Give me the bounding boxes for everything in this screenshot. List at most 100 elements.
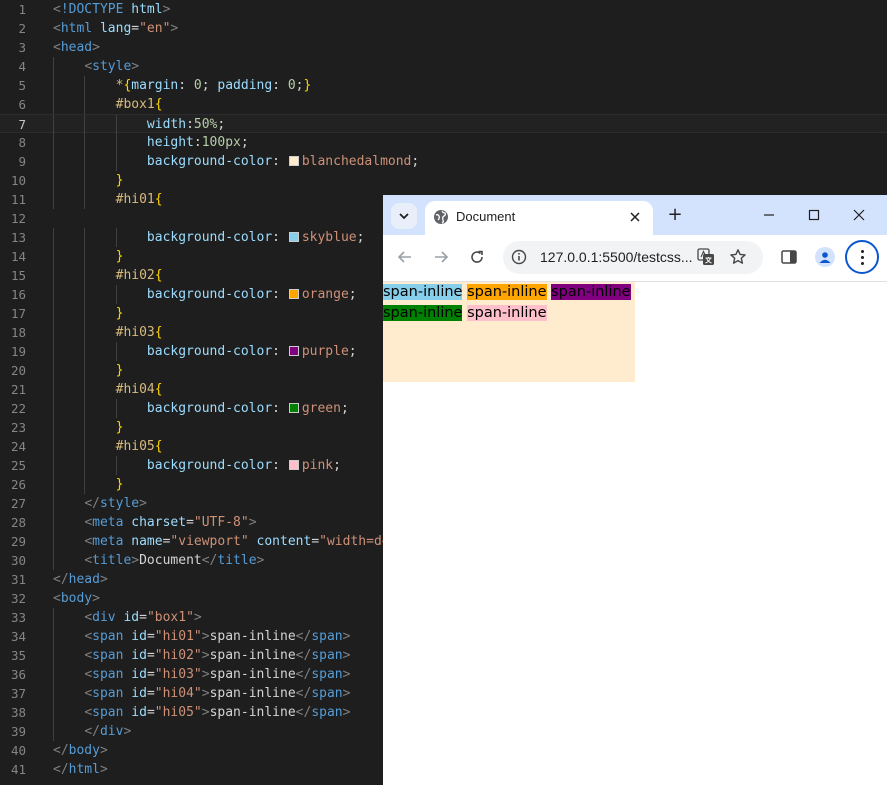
color-swatch[interactable] — [288, 460, 299, 470]
code-text: } — [53, 171, 124, 190]
code-token: "hi03" — [154, 667, 202, 682]
translate-icon[interactable] — [697, 248, 715, 266]
code-line[interactable]: 6 #box1{ — [0, 95, 887, 114]
code-token: > — [342, 629, 351, 644]
code-token: background-color — [146, 287, 273, 302]
code-token: ; — [240, 135, 249, 150]
code-token: title — [92, 553, 132, 568]
code-token: span-inline — [209, 629, 296, 644]
code-token: id — [131, 705, 147, 720]
reload-button[interactable] — [467, 247, 487, 267]
code-token: </ — [84, 724, 100, 739]
code-token: > — [139, 496, 147, 511]
code-text: <body> — [53, 589, 100, 608]
code-line[interactable]: 5 *{margin: 0; padding: 0;} — [0, 76, 887, 95]
code-text: <meta charset="UTF-8"> — [53, 513, 256, 532]
code-text: </head> — [53, 570, 108, 589]
code-token: > — [256, 553, 265, 568]
code-token: background-color — [146, 344, 273, 359]
address-bar[interactable]: 127.0.0.1:5500/testcss... — [503, 241, 763, 274]
forward-button[interactable] — [431, 247, 451, 267]
span-hi01: span-inline — [383, 284, 463, 300]
code-token: = — [146, 667, 155, 682]
menu-button[interactable] — [845, 240, 879, 274]
code-line[interactable]: 10 } — [0, 171, 887, 190]
new-tab-button[interactable]: + — [665, 205, 685, 225]
side-panel-icon[interactable] — [780, 248, 798, 266]
tab-close-button[interactable] — [627, 209, 643, 225]
code-line[interactable]: 7 width:50%; — [0, 114, 887, 134]
window-close-button[interactable] — [846, 203, 872, 227]
profile-button[interactable] — [815, 247, 835, 267]
code-token: : — [272, 78, 288, 93]
code-token: < — [53, 2, 61, 17]
color-swatch[interactable] — [288, 289, 299, 299]
line-number: 7 — [18, 117, 26, 132]
code-token: id — [131, 667, 147, 682]
code-token: < — [84, 534, 93, 549]
tab-search-button[interactable] — [391, 203, 417, 229]
code-token: = — [186, 515, 194, 530]
code-token: ; — [333, 458, 341, 473]
code-text: <span id="hi05">span-inline</span> — [53, 703, 350, 722]
code-token: style — [99, 496, 140, 511]
code-token: } — [115, 173, 124, 188]
color-swatch[interactable] — [288, 156, 299, 166]
line-number: 41 — [10, 762, 26, 777]
back-button[interactable] — [395, 247, 415, 267]
line-number: 29 — [10, 534, 26, 549]
code-token: ; — [411, 154, 420, 169]
star-icon[interactable] — [729, 248, 747, 266]
code-token: } — [115, 306, 124, 321]
code-line[interactable]: 8 height:100px; — [0, 133, 887, 152]
code-line[interactable]: 1 <!DOCTYPE html> — [0, 0, 887, 19]
code-token: id — [123, 610, 140, 625]
code-token: } — [115, 249, 124, 264]
url-text[interactable]: 127.0.0.1:5500/testcss... — [540, 249, 693, 265]
code-token: : — [272, 344, 288, 359]
code-token: : — [178, 78, 194, 93]
color-swatch[interactable] — [288, 232, 299, 242]
color-swatch[interactable] — [288, 346, 299, 356]
line-number: 24 — [10, 439, 26, 454]
code-line[interactable]: 2 <html lang="en"> — [0, 19, 887, 38]
code-token: name — [131, 534, 163, 549]
code-token: div — [99, 724, 124, 739]
code-token: span — [311, 648, 343, 663]
code-token: skyblue — [301, 230, 357, 245]
code-token: } — [115, 363, 124, 378]
code-line[interactable]: 9 background-color: blanchedalmond; — [0, 152, 887, 171]
page-viewport: span-inline span-inline span-inline span… — [383, 282, 887, 785]
info-icon[interactable] — [511, 249, 527, 265]
code-line[interactable]: 4 <style> — [0, 57, 887, 76]
code-token: #hi03 — [115, 325, 155, 340]
line-number: 25 — [10, 458, 26, 473]
code-token: ; — [340, 401, 349, 416]
code-token: : — [193, 135, 202, 150]
code-token: lang — [99, 21, 132, 36]
maximize-icon — [808, 209, 820, 221]
code-token: > — [170, 21, 179, 36]
color-swatch[interactable] — [288, 403, 299, 413]
tab-document[interactable]: Document — [425, 201, 653, 235]
code-text: <html lang="en"> — [53, 19, 178, 38]
code-token: = — [311, 534, 320, 549]
code-line[interactable]: 3 <head> — [0, 38, 887, 57]
code-token: > — [201, 686, 210, 701]
maximize-button[interactable] — [801, 203, 827, 227]
line-number: 33 — [10, 610, 26, 625]
code-token: span-inline — [209, 648, 296, 663]
code-text: #hi03{ — [53, 323, 163, 342]
minimize-button[interactable] — [756, 203, 782, 227]
